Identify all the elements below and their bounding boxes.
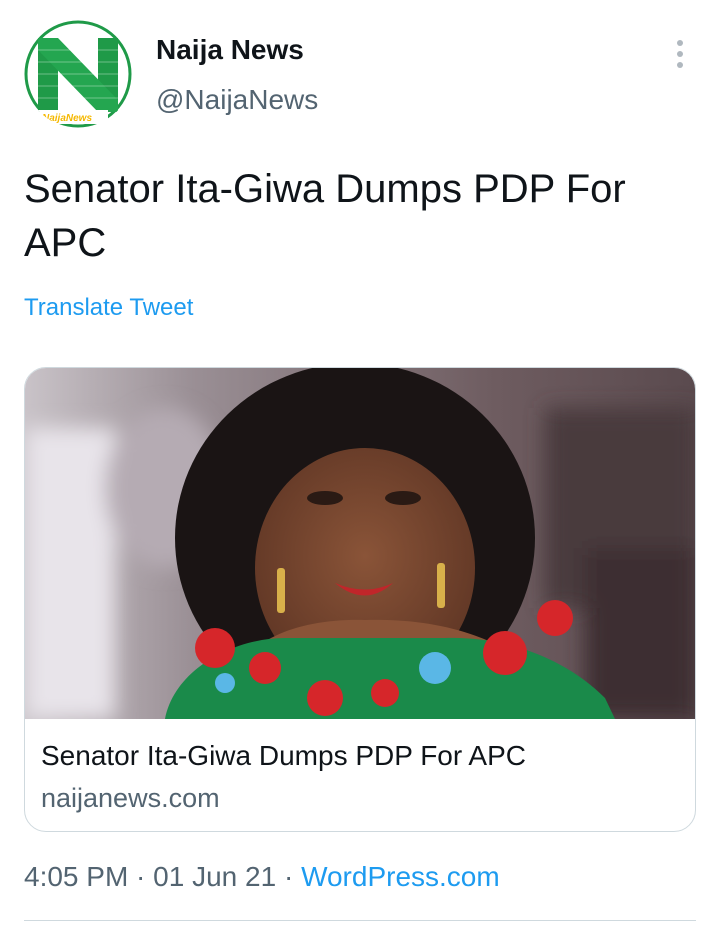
card-domain: naijanews.com <box>41 783 220 813</box>
author-handle[interactable]: @NaijaNews <box>156 84 318 116</box>
card-photo <box>25 368 695 719</box>
meta-separator: · <box>128 861 154 892</box>
tweet-source-link[interactable]: WordPress.com <box>301 861 500 892</box>
naija-news-logo: NaijaNews <box>24 20 132 128</box>
author-avatar[interactable]: NaijaNews <box>24 20 132 128</box>
more-vertical-icon[interactable] <box>664 36 696 72</box>
translate-tweet-link[interactable]: Translate Tweet <box>24 294 193 322</box>
more-dot <box>677 51 683 57</box>
link-card[interactable]: Senator Ita-Giwa Dumps PDP For APC naija… <box>24 367 696 832</box>
tweet-text: Senator Ita-Giwa Dumps PDP For APC <box>24 167 626 265</box>
more-dot <box>677 62 683 68</box>
divider <box>24 920 696 921</box>
avatar-wordmark: NaijaNews <box>42 113 92 124</box>
meta-separator: · <box>276 861 302 892</box>
tweet-date[interactable]: 01 Jun 21 <box>153 861 276 892</box>
tweet-meta: 4:05 PM · 01 Jun 21 · WordPress.com <box>24 861 500 893</box>
tweet-time[interactable]: 4:05 PM <box>24 861 128 892</box>
more-dot <box>677 40 683 46</box>
card-image <box>25 368 695 719</box>
author-display-name[interactable]: Naija News <box>156 34 304 66</box>
card-title: Senator Ita-Giwa Dumps PDP For APC <box>41 740 526 771</box>
